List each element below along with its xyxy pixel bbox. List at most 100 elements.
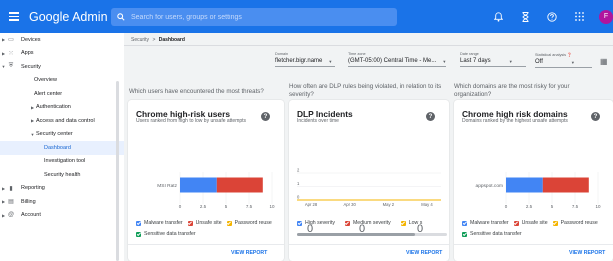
sidebar-item-access-data-control[interactable]: ▶ Access and data control: [0, 114, 124, 128]
view-report-link[interactable]: VIEW REPORT: [231, 250, 267, 256]
apps-grid-icon[interactable]: [572, 10, 586, 24]
legend-sensitive-data-transfer[interactable]: Sensitive data transfer: [136, 231, 196, 237]
layout-grid-icon[interactable]: ▦: [600, 57, 608, 66]
legend-password-reuse[interactable]: Password reuse: [226, 220, 272, 226]
sidebar-item-label: Security health: [44, 171, 81, 178]
sidebar-item-apps[interactable]: ▶ ⁙ Apps: [0, 47, 124, 61]
chrome-high-risk-domains-card: Chrome high risk domains Domains ranked …: [454, 100, 613, 261]
divider: [289, 244, 449, 245]
legend-unsafe-site[interactable]: Unsafe site: [187, 220, 222, 226]
legend-unsafe-site[interactable]: Unsafe site: [513, 220, 548, 226]
sidebar-item-reporting[interactable]: ▶ ▮ Reporting: [0, 182, 124, 196]
expand-caret-icon: ▶: [1, 50, 6, 56]
x-tick-label: 10: [269, 204, 275, 209]
sidebar-item-security-health[interactable]: Security health: [0, 168, 124, 182]
expand-caret-icon: ▶: [1, 212, 6, 218]
apps-icon: ⁙: [8, 50, 14, 57]
main-content: Security > Dashboard Domain fletcher.big…: [124, 33, 613, 261]
x-tick-label: 10: [595, 204, 601, 209]
breadcrumb-current: Dashboard: [158, 37, 185, 43]
domains-bar-chart: 0 2.5 5 7.5 10 appspot.com: [476, 172, 601, 209]
x-tick-label: 0: [179, 204, 182, 209]
legend-malware-transfer[interactable]: Malware transfer: [136, 220, 183, 226]
x-tick-label: 5: [225, 204, 228, 209]
help-icon[interactable]: [545, 10, 559, 24]
expand-caret-icon: ▶: [1, 185, 6, 191]
x-tick-label: 7.5: [572, 204, 579, 209]
dropdown-arrow-icon: ▼: [442, 58, 447, 64]
x-tick-label: 2.5: [200, 204, 207, 209]
x-tick-label: 7.5: [246, 204, 253, 209]
breadcrumb: Security > Dashboard: [131, 37, 185, 43]
collapse-caret-icon: ▼: [30, 131, 35, 137]
search-icon: [117, 13, 125, 21]
sidebar-item-dashboard[interactable]: Dashboard: [0, 141, 124, 155]
sidebar-item-label: Apps: [21, 50, 34, 57]
dlp-line-chart: 0 1 2 Apr 28 Apr 30 May 2 May 4: [297, 168, 441, 207]
question-domains: Which domains are the most risky for you…: [454, 83, 570, 98]
sidebar-item-account[interactable]: ▶ @ Account: [0, 209, 124, 223]
y-tick-label: 0: [297, 195, 300, 200]
sidebar-scrollbar[interactable]: [116, 81, 119, 261]
search-input[interactable]: [131, 13, 371, 21]
domain-filter[interactable]: Domain fletcher.bigr.name ▼: [275, 52, 335, 67]
question-users: Which users have encountered the most th…: [129, 88, 264, 95]
search-box[interactable]: [111, 8, 397, 26]
legend-scrollbar[interactable]: [297, 233, 447, 236]
notifications-bell-icon[interactable]: [491, 10, 505, 24]
sidebar-item-label: Devices: [21, 36, 41, 43]
stat-analysis-label: Statistical analysis: [535, 53, 567, 57]
sidebar-item-security-center[interactable]: ▼ Security center: [0, 128, 124, 142]
legend-sensitive-data-transfer[interactable]: Sensitive data transfer: [462, 231, 522, 237]
bar-segment-malware-transfer: [180, 177, 217, 193]
sidebar-item-label: Billing: [21, 198, 36, 205]
main-menu-icon[interactable]: [9, 12, 19, 21]
legend-medium-severity[interactable]: Medium severity: [344, 220, 391, 226]
timezone-filter[interactable]: Time zone (GMT-05:00) Central Time - Me.…: [348, 52, 446, 67]
app-title[interactable]: Google Admin: [29, 10, 119, 24]
expand-caret-icon: ▶: [1, 37, 6, 43]
x-tick-label: 5: [551, 204, 554, 209]
dlp-incidents-card: DLP Incidents Incidents over time ? 012A…: [289, 100, 449, 261]
breadcrumb-security-link[interactable]: Security: [131, 37, 149, 43]
chrome-high-risk-users-card: Chrome high-risk users Users ranked from…: [128, 100, 284, 261]
statistical-analysis-filter[interactable]: Statistical analysis ❓ Off ▼: [535, 52, 592, 68]
sidebar-item-overview[interactable]: Overview: [0, 74, 124, 88]
legend-malware-transfer[interactable]: Malware transfer: [462, 220, 509, 226]
x-tick-label: Apr 28: [305, 202, 318, 207]
sidebar-item-label: Dashboard: [44, 144, 71, 151]
date-range-filter[interactable]: Date range Last 7 days ▼: [460, 52, 526, 67]
sidebar-item-alert-center[interactable]: Alert center: [0, 87, 124, 101]
sidebar-item-security[interactable]: ▼ ⛨ Security: [0, 60, 124, 74]
view-report-link[interactable]: VIEW REPORT: [406, 250, 442, 256]
dropdown-arrow-icon: ▼: [570, 59, 575, 65]
x-tick-label: Apr 30: [343, 202, 356, 207]
date-range-label: Date range: [460, 52, 479, 56]
legend-password-reuse[interactable]: Password reuse: [552, 220, 598, 226]
account-avatar[interactable]: F: [599, 9, 613, 24]
domain-value: fletcher.bigr.name: [275, 58, 323, 64]
category-label: appspot.com: [476, 183, 503, 189]
sidebar-item-authentication[interactable]: ▶ Authentication: [0, 101, 124, 115]
view-report-link[interactable]: VIEW REPORT: [569, 250, 605, 256]
sidebar-item-devices[interactable]: ▶ ▭ Devices: [0, 33, 124, 47]
expand-caret-icon: ▶: [30, 104, 35, 110]
top-app-bar: Google Admin F: [0, 0, 613, 33]
help-icon[interactable]: ❓: [567, 53, 572, 57]
sidebar-item-billing[interactable]: ▶ ▤ Billing: [0, 195, 124, 209]
timezone-label: Time zone: [348, 52, 366, 56]
devices-icon: ▭: [8, 37, 14, 44]
hourglass-tasks-icon[interactable]: [518, 10, 532, 24]
y-tick-label: 2: [297, 168, 300, 173]
date-range-value: Last 7 days: [460, 58, 491, 64]
x-tick-label: 0: [505, 204, 508, 209]
bar-segment-unsafe-site: [216, 177, 263, 193]
sidebar-item-investigation-tool[interactable]: Investigation tool: [0, 155, 124, 169]
dropdown-arrow-icon: ▼: [328, 58, 333, 64]
sidebar-item-label: Overview: [34, 77, 57, 84]
divider: [128, 244, 284, 245]
timezone-value: (GMT-05:00) Central Time - Me...: [348, 58, 437, 64]
legend-high-severity[interactable]: High severity: [297, 220, 335, 226]
expand-caret-icon: ▶: [30, 118, 35, 124]
breadcrumb-separator: >: [152, 37, 156, 43]
